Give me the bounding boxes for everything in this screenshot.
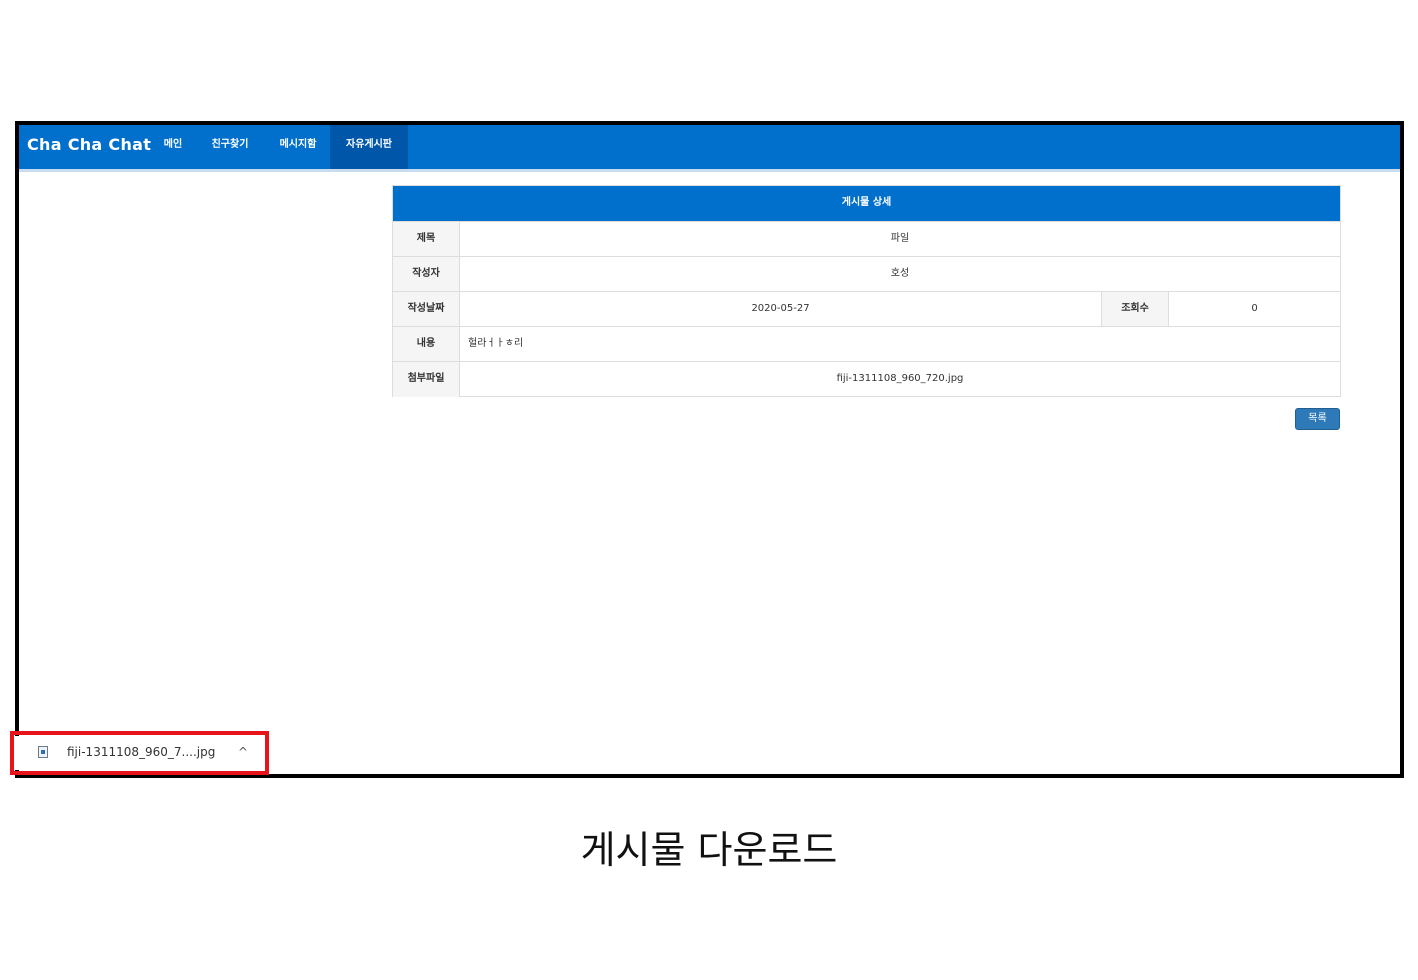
post-detail-header: 게시물 상세 xyxy=(393,186,1340,221)
table-row-content: 내용 헐라ㅓㅏㅎ리 xyxy=(393,326,1340,362)
table-row-title: 제목 파일 xyxy=(393,221,1340,257)
title-value: 파일 xyxy=(890,233,910,244)
title-label: 제목 xyxy=(393,222,460,257)
author-value: 호성 xyxy=(890,268,910,279)
navbar: Cha Cha Chat 메인 친구찾기 메시지함 자유게시판 xyxy=(19,125,1400,172)
post-detail-table: 게시물 상세 제목 파일 작성자 호성 작성날짜 2020-05-27 조회수 … xyxy=(392,185,1341,397)
browser-window: Cha Cha Chat 메인 친구찾기 메시지함 자유게시판 게시물 상세 제… xyxy=(15,121,1404,778)
content-label: 내용 xyxy=(393,327,460,362)
list-button[interactable]: 목록 xyxy=(1295,408,1340,430)
attachment-label: 첨부파일 xyxy=(393,362,460,397)
nav-item-find-friends[interactable]: 친구찾기 xyxy=(200,125,260,169)
author-label: 작성자 xyxy=(393,257,460,292)
table-row-author: 작성자 호성 xyxy=(393,256,1340,292)
views-value: 0 xyxy=(1251,303,1258,314)
table-row-date: 작성날짜 2020-05-27 조회수 0 xyxy=(393,291,1340,327)
highlight-box xyxy=(10,731,269,775)
date-label: 작성날짜 xyxy=(393,292,460,327)
nav-item-board[interactable]: 자유게시판 xyxy=(330,125,408,169)
nav-item-main[interactable]: 메인 xyxy=(152,125,194,169)
table-row-attachment: 첨부파일 fiji-1311108_960_720.jpg xyxy=(393,361,1340,397)
nav-item-messages[interactable]: 메시지함 xyxy=(268,125,328,169)
date-value: 2020-05-27 xyxy=(460,292,1102,327)
views-label: 조회수 xyxy=(1102,292,1169,327)
caption: 게시물 다운로드 xyxy=(580,828,838,872)
attachment-link[interactable]: fiji-1311108_960_720.jpg xyxy=(460,362,1340,397)
brand-logo[interactable]: Cha Cha Chat xyxy=(27,125,151,169)
content-value: 헐라ㅓㅏㅎ리 xyxy=(468,338,524,349)
